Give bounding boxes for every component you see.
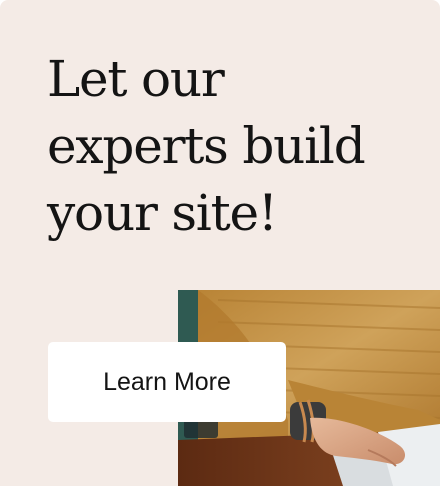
learn-more-button[interactable]: Learn More <box>48 342 286 422</box>
promo-headline: Let our experts build your site! <box>47 50 366 242</box>
promo-card: Let our experts build your site! Learn M… <box>0 0 440 486</box>
